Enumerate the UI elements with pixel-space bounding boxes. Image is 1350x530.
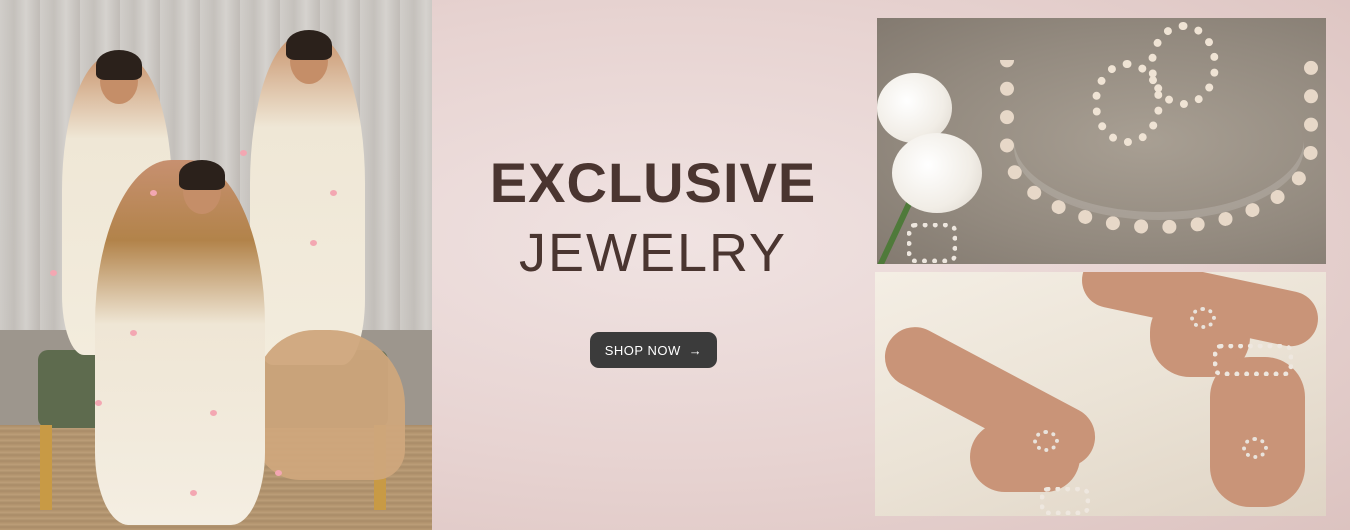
bracelet xyxy=(1040,487,1090,515)
rings-hands-photo xyxy=(875,272,1326,516)
bracelet xyxy=(907,223,957,263)
hand xyxy=(1210,357,1305,507)
models-photo xyxy=(0,0,432,530)
hero-banner[interactable]: EXCLUSIVE JEWELRY SHOP NOW → xyxy=(0,0,1350,530)
shop-now-label: SHOP NOW xyxy=(604,342,681,358)
rose-petal xyxy=(210,410,217,416)
rose-petal xyxy=(275,470,282,476)
bracelet xyxy=(1213,344,1293,376)
ring xyxy=(1242,437,1268,459)
rose-petal xyxy=(50,270,57,276)
arrow-right-icon: → xyxy=(688,342,703,358)
rose-petal xyxy=(310,240,317,246)
ring xyxy=(1190,307,1216,329)
hand xyxy=(970,422,1080,492)
headline-exclusive: EXCLUSIVE xyxy=(489,151,817,214)
headline-jewelry: JEWELRY xyxy=(518,223,788,283)
rose-petal xyxy=(330,190,337,196)
rose-petal xyxy=(95,400,102,406)
rose-petal xyxy=(130,330,137,336)
rose-petal xyxy=(150,190,157,196)
rose-petal xyxy=(190,490,197,496)
ring xyxy=(1033,430,1059,452)
rose-petal xyxy=(240,150,247,156)
model-seated xyxy=(95,160,265,525)
white-rose xyxy=(892,133,982,213)
model-right xyxy=(250,35,365,365)
earring xyxy=(1148,22,1219,108)
shop-now-button[interactable]: SHOP NOW → xyxy=(590,332,717,368)
